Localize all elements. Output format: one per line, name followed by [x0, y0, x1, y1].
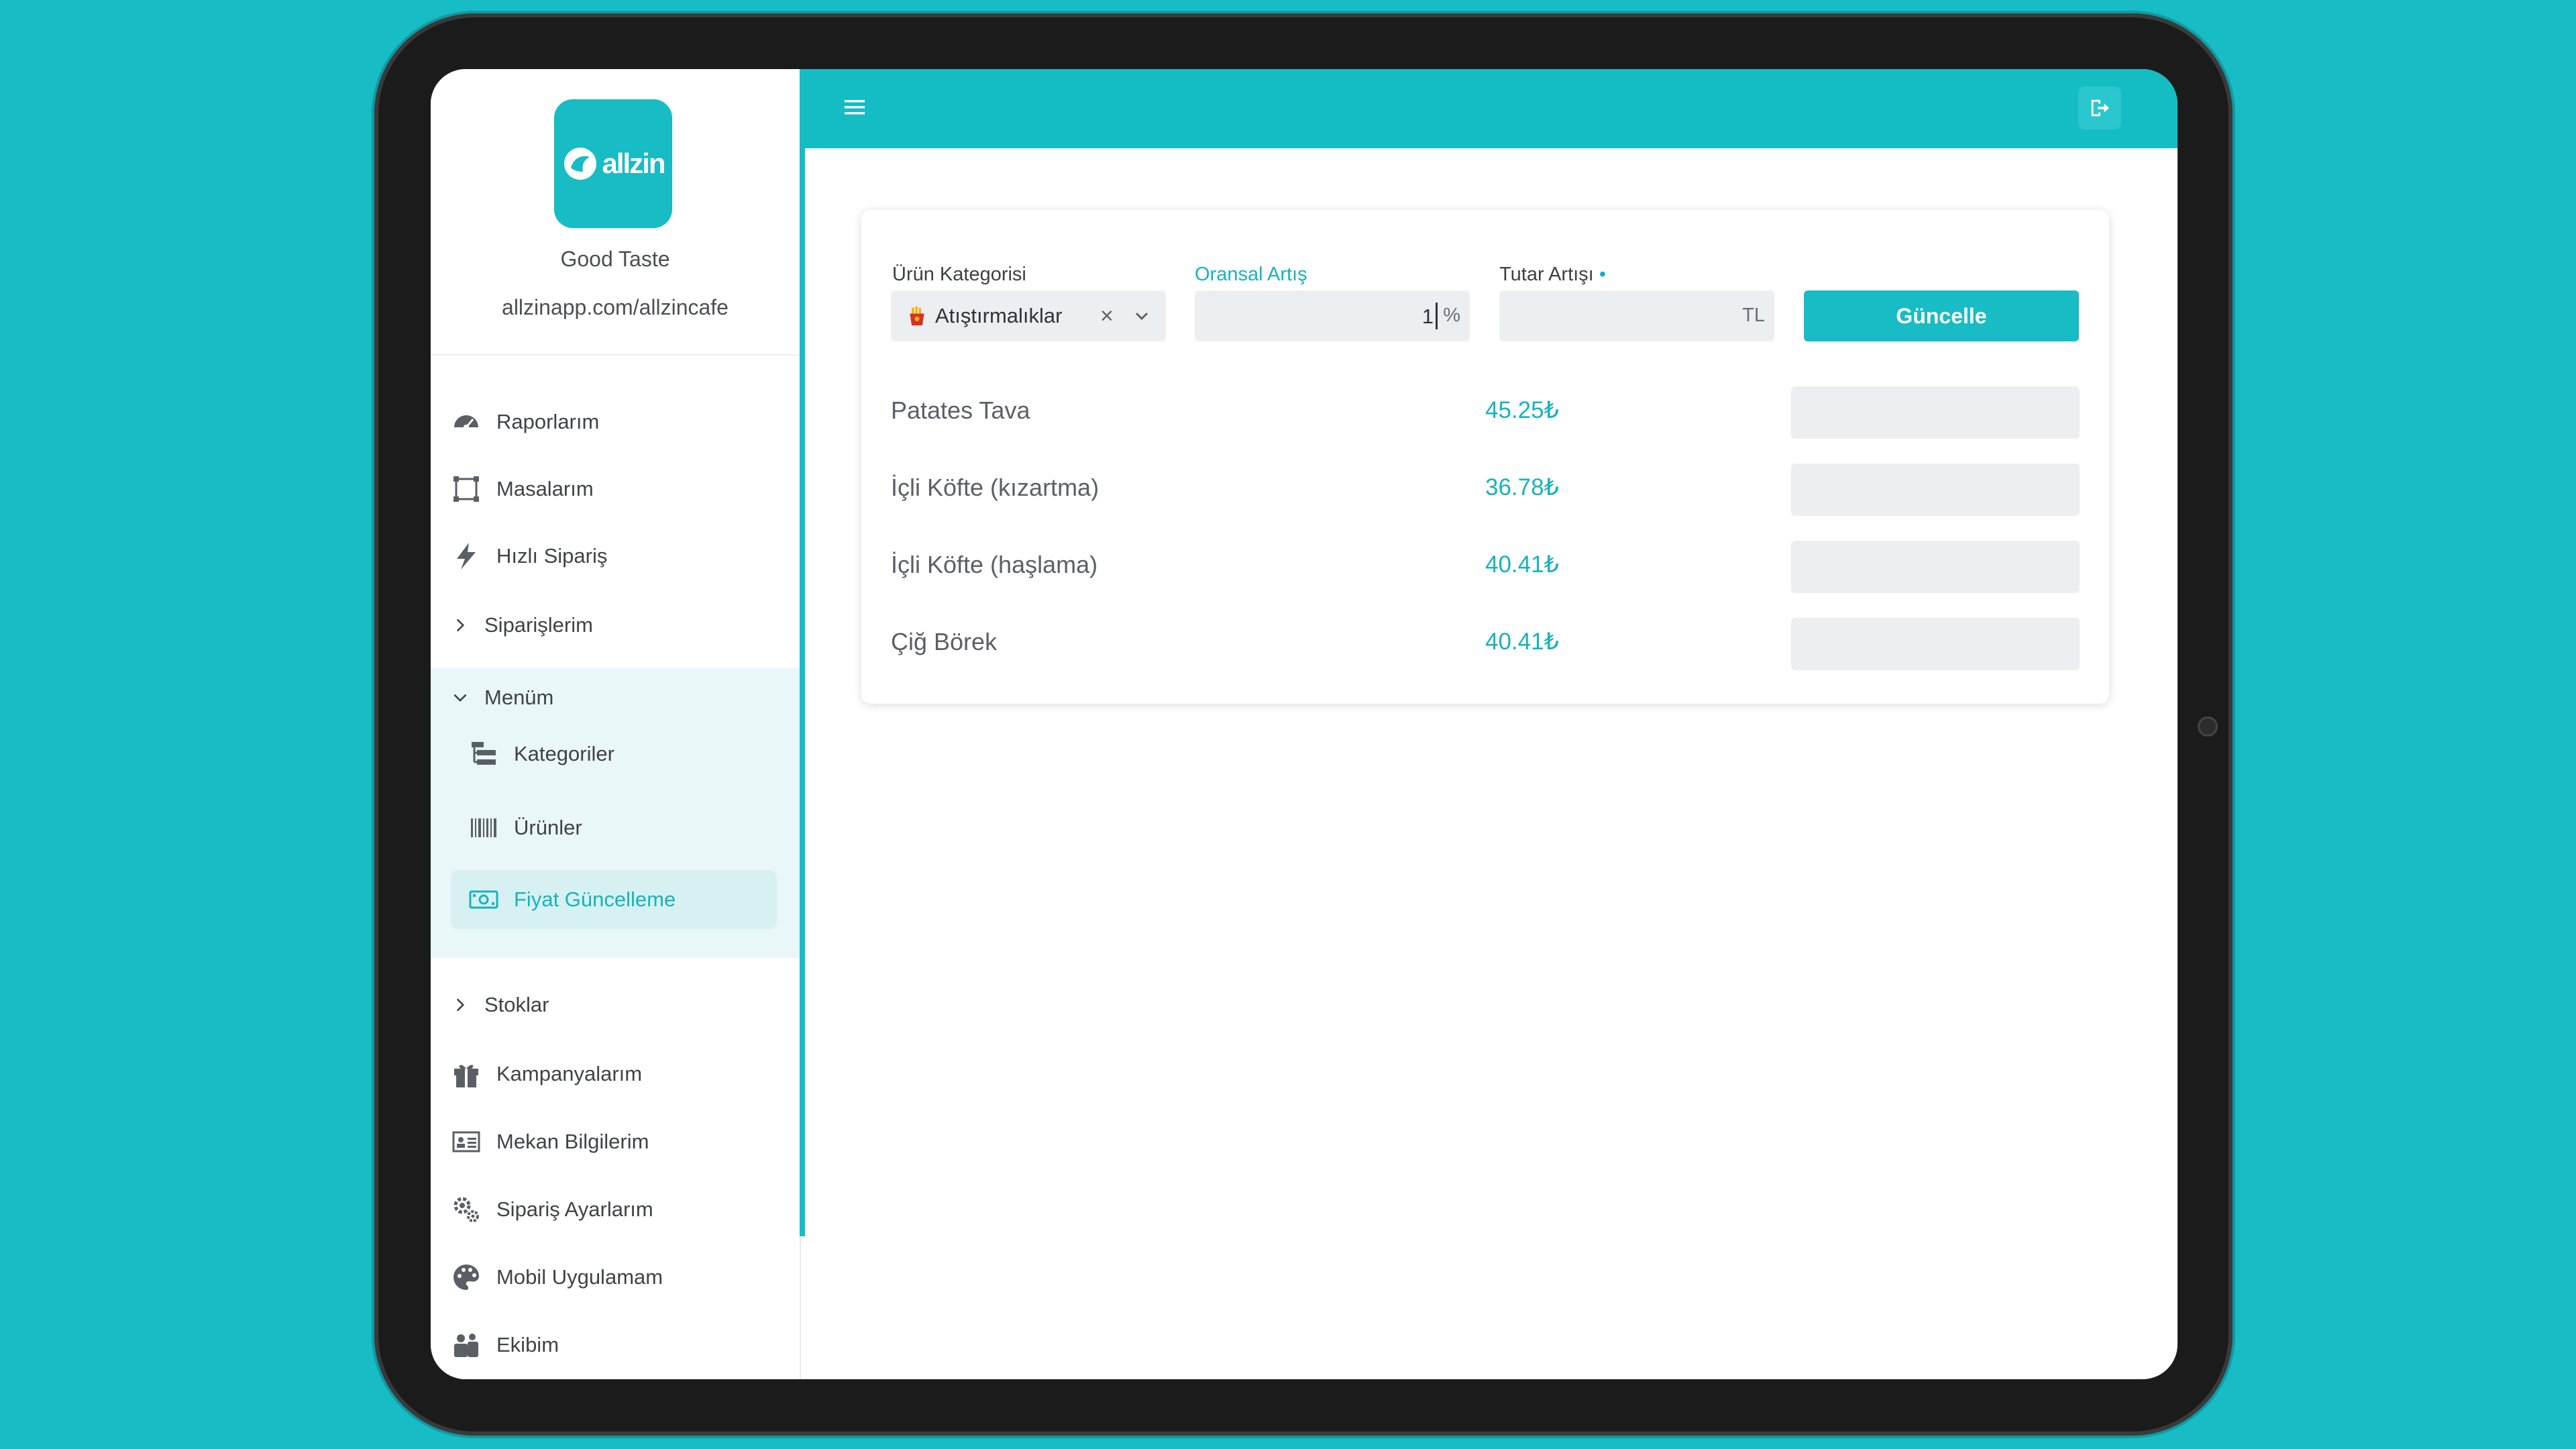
update-button[interactable]: Güncelle: [1804, 290, 2079, 341]
product-price: 45.25₺: [1485, 397, 1559, 423]
logo-text: allzin: [602, 148, 665, 179]
sidebar-divider: [431, 354, 800, 356]
category-select[interactable]: Atıştırmalıklar ×: [891, 290, 1166, 341]
sidebar-item-label: Ürünler: [514, 816, 582, 839]
sidebar-item-mobil-uygulamam[interactable]: Mobil Uygulamam: [451, 1250, 663, 1304]
sidebar-item-label: Mekan Bilgilerim: [496, 1130, 649, 1153]
percent-suffix: %: [1443, 305, 1460, 326]
logout-icon: [2091, 99, 2110, 117]
sidebar-item-mekan-bilgilerim[interactable]: Mekan Bilgilerim: [451, 1115, 649, 1169]
sidebar-item-raporlarim[interactable]: Raporlarım: [451, 395, 599, 449]
product-price: 40.41₺: [1485, 629, 1559, 655]
category-select-value: Atıştırmalıklar: [935, 304, 1063, 327]
dashboard-gauge-icon: [451, 407, 482, 437]
chevron-right-icon: [451, 616, 470, 635]
new-price-input[interactable]: [1791, 386, 2080, 439]
gift-icon: [451, 1059, 482, 1089]
app-logo[interactable]: allzin: [554, 99, 672, 228]
gears-icon: [451, 1194, 482, 1225]
logo-mark-icon: [564, 148, 597, 180]
sidebar-item-label: Kampanyalarım: [496, 1062, 643, 1085]
palette-icon: [451, 1262, 482, 1293]
chevron-down-icon[interactable]: [1131, 305, 1152, 327]
percent-input-value: 1: [1421, 305, 1434, 328]
price-update-card: Ürün Kategorisi Oransal Artış Tutar Artı…: [861, 210, 2109, 704]
topbar: [805, 69, 2178, 148]
category-label: Ürün Kategorisi: [892, 264, 1026, 285]
product-name: İçli Köfte (kızartma): [891, 474, 1099, 501]
sidebar-subitem-fiyat-guncelleme[interactable]: Fiyat Güncelleme: [468, 873, 676, 926]
table-frame-icon: [451, 474, 482, 504]
product-price: 40.41₺: [1485, 551, 1559, 578]
sidebar-item-siparis-ayarlarim[interactable]: Sipariş Ayarlarım: [451, 1183, 653, 1236]
barcode-icon: [468, 812, 499, 843]
sidebar-item-label: Masalarım: [496, 477, 594, 500]
product-name: İçli Köfte (haşlama): [891, 551, 1098, 578]
new-price-input[interactable]: [1791, 464, 2080, 516]
sidebar-item-siparislerim[interactable]: Siparişlerim: [451, 598, 593, 652]
new-price-input[interactable]: [1791, 618, 2080, 670]
new-price-input[interactable]: [1791, 541, 2080, 593]
sidebar-subitem-kategoriler[interactable]: Kategoriler: [468, 727, 614, 781]
venue-name: Good Taste: [560, 247, 670, 271]
sidebar-item-label: Raporlarım: [496, 410, 600, 433]
required-mark: •: [1599, 264, 1606, 285]
product-name: Çiğ Börek: [891, 628, 998, 655]
logout-button[interactable]: [2078, 87, 2121, 129]
sidebar-item-label: Mobil Uygulamam: [496, 1265, 663, 1289]
sidebar: allzin Good Taste allzinapp.com/allzinca…: [431, 69, 801, 1379]
sidebar-item-menum[interactable]: Menüm: [451, 671, 553, 724]
app-screen: allzin Good Taste allzinapp.com/allzinca…: [431, 69, 2178, 1379]
sidebar-item-label: Menüm: [484, 686, 554, 709]
sidebar-item-label: Fiyat Güncelleme: [514, 888, 676, 911]
chevron-down-icon: [451, 688, 470, 707]
sidebar-item-hizli-siparis[interactable]: Hızlı Sipariş: [451, 529, 607, 583]
lightning-bolt-icon: [451, 541, 482, 572]
sidebar-item-label: Stoklar: [484, 993, 549, 1016]
clear-icon[interactable]: ×: [1100, 304, 1114, 328]
users-icon: [451, 1330, 482, 1360]
product-name: Patates Tava: [891, 396, 1030, 424]
fries-icon: [906, 305, 928, 327]
sidebar-item-label: Hızlı Sipariş: [496, 544, 608, 568]
sidebar-item-stoklar[interactable]: Stoklar: [451, 978, 549, 1032]
venue-url[interactable]: allzinapp.com/allzincafe: [431, 295, 800, 320]
camera-dot: [2198, 716, 2218, 737]
sidebar-item-kampanyalarim[interactable]: Kampanyalarım: [451, 1047, 642, 1101]
sidebar-item-label: Ekibim: [496, 1333, 559, 1356]
amount-input[interactable]: TL: [1499, 290, 1774, 341]
sidebar-item-ekibim[interactable]: Ekibim: [451, 1318, 559, 1372]
sidebar-item-label: Sipariş Ayarlarım: [496, 1197, 653, 1221]
product-price: 36.78₺: [1485, 474, 1559, 500]
sidebar-item-masalarim[interactable]: Masalarım: [451, 462, 594, 516]
hamburger-menu-icon[interactable]: [843, 96, 866, 119]
sidebar-scrollbar[interactable]: [800, 69, 805, 1236]
chevron-right-icon: [451, 996, 470, 1014]
percent-label: Oransal Artış: [1195, 264, 1307, 285]
id-card-icon: [451, 1126, 482, 1157]
percent-input[interactable]: 1 %: [1195, 290, 1470, 341]
amount-suffix: TL: [1742, 305, 1765, 326]
money-bill-icon: [468, 884, 499, 915]
sidebar-item-label: Siparişlerim: [484, 613, 593, 637]
categories-icon: [468, 739, 499, 769]
amount-label: Tutar Artışı •: [1499, 264, 1606, 285]
sidebar-item-label: Kategoriler: [514, 742, 614, 765]
sidebar-subitem-urunler[interactable]: Ürünler: [468, 801, 582, 855]
text-cursor: [1436, 303, 1438, 329]
